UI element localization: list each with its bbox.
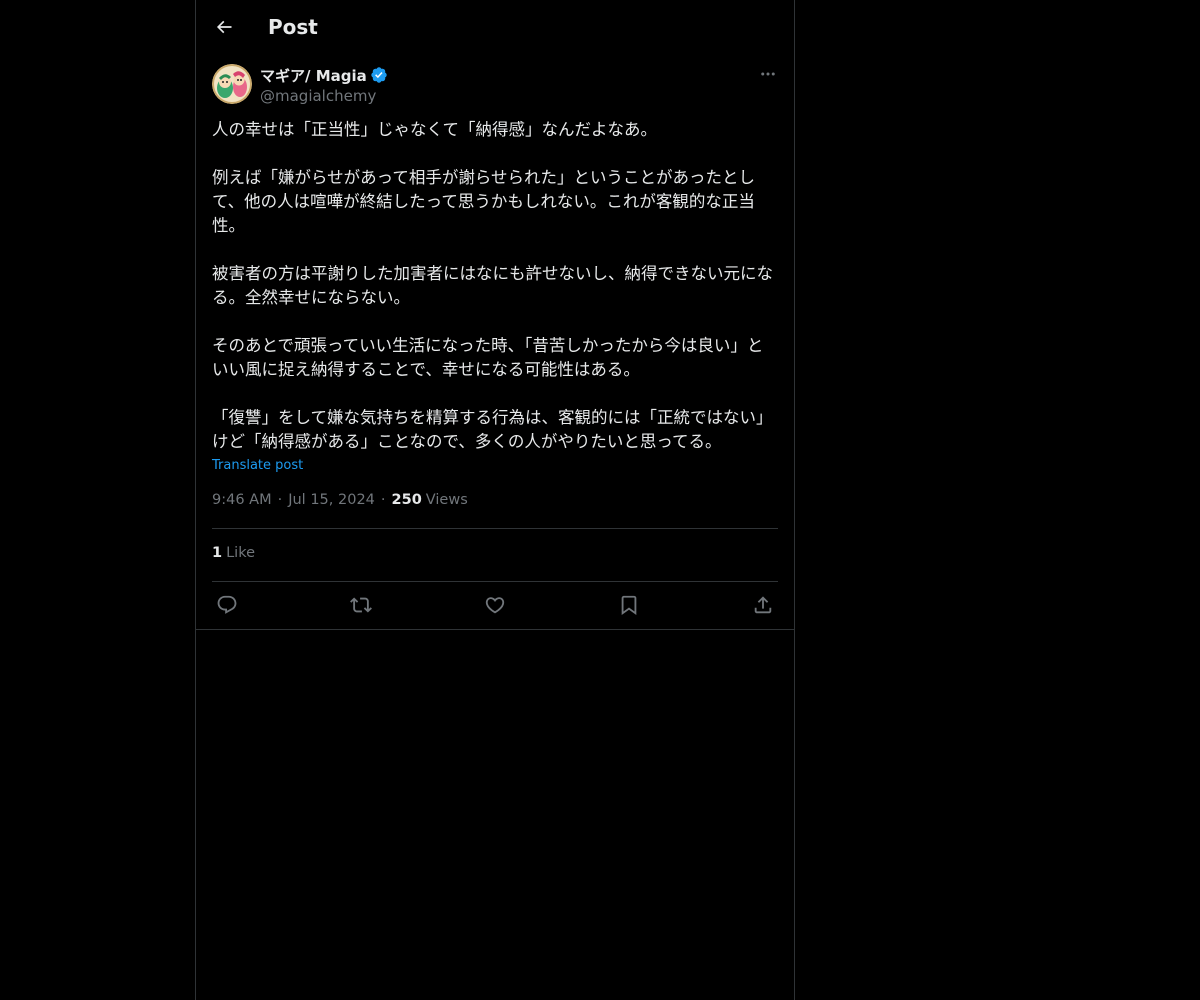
post-paragraph: 人の幸せは「正当性」じゃなくて「納得感」なんだよなあ。 <box>212 120 658 139</box>
views-count: 250 <box>391 492 422 508</box>
bookmark-button[interactable] <box>614 592 644 618</box>
post-paragraph: 「復讐」をして嫌な気持ちを精算する行為は、客観的には「正統ではない」けど「納得感… <box>212 408 773 451</box>
post-meta: 9:46 AM · Jul 15, 2024 · 250 Views <box>212 492 468 508</box>
author-info: マギア/ Magia @magialchemy <box>260 64 388 106</box>
views-label: Views <box>425 492 468 508</box>
translate-post-link[interactable]: Translate post <box>212 458 303 473</box>
divider <box>212 528 778 529</box>
main-column: Post マギア/ Magia @magialchemy 人の幸せは「正当性」じ… <box>195 0 795 1000</box>
bookmark-icon <box>621 595 637 616</box>
post-text: 人の幸せは「正当性」じゃなくて「納得感」なんだよなあ。 例えば「嫌がらせがあって… <box>212 118 778 454</box>
page-title: Post <box>268 15 318 39</box>
like-button[interactable] <box>480 592 510 618</box>
post-time[interactable]: 9:46 AM <box>212 492 272 508</box>
arrow-left-icon <box>216 20 232 34</box>
reply-icon <box>217 595 237 614</box>
top-bar: Post <box>196 0 794 54</box>
post-paragraph: 被害者の方は平謝りした加害者にはなにも許せないし、納得できない元になる。全然幸せ… <box>212 264 773 307</box>
avatar-image <box>212 64 252 104</box>
share-button[interactable] <box>748 592 778 618</box>
post-paragraph: そのあとで頑張っていい生活になった時、「昔苦しかったから今は良い」といい風に捉え… <box>212 336 764 379</box>
like-icon <box>485 597 505 614</box>
display-name[interactable]: マギア/ Magia <box>260 65 367 86</box>
more-options-button[interactable] <box>758 64 778 84</box>
share-icon <box>754 596 772 614</box>
back-button[interactable] <box>208 11 240 43</box>
more-icon <box>761 72 775 76</box>
likes-label: Like <box>226 545 256 561</box>
verified-badge-icon <box>370 66 388 84</box>
post-date[interactable]: Jul 15, 2024 <box>288 492 375 508</box>
repost-button[interactable] <box>346 592 376 618</box>
post-paragraph: 例えば「嫌がらせがあって相手が謝らせられた」ということがあったとして、他の人は喧… <box>212 168 756 235</box>
repost-icon <box>350 597 372 613</box>
avatar[interactable] <box>212 64 252 104</box>
meta-separator: · <box>380 492 386 508</box>
likes-row[interactable]: 1 Like <box>212 545 255 561</box>
post-bottom-border <box>196 629 794 630</box>
meta-separator: · <box>277 492 283 508</box>
divider <box>212 581 778 582</box>
reply-button[interactable] <box>212 592 242 618</box>
display-name-row: マギア/ Magia <box>260 64 388 86</box>
author-handle[interactable]: @magialchemy <box>260 86 388 106</box>
likes-count: 1 <box>212 545 223 561</box>
action-bar <box>212 592 778 618</box>
